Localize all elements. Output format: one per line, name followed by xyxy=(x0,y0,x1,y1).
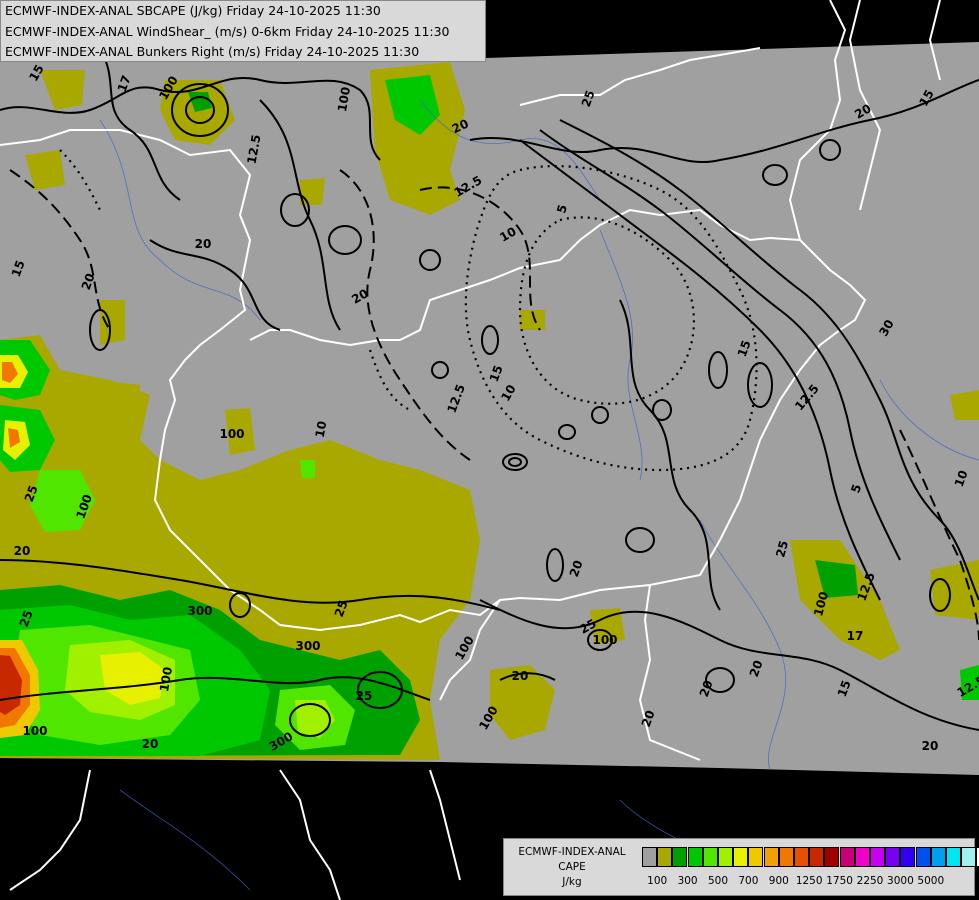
legend-swatch xyxy=(839,847,855,867)
legend-swatch xyxy=(778,847,794,867)
legend-tick-label: 100 xyxy=(647,875,668,887)
legend-swatch xyxy=(900,847,916,867)
legend-swatch xyxy=(642,847,657,867)
contour-label: 20 xyxy=(512,669,529,683)
legend-swatch xyxy=(854,847,870,867)
contour-label: 20 xyxy=(922,739,939,753)
legend-title-unit: J/kg xyxy=(562,876,582,888)
legend-tick-label: 300 xyxy=(677,875,698,887)
legend-tick-label: 2250 xyxy=(856,875,884,887)
contour-label: 17 xyxy=(847,629,864,643)
legend-swatch xyxy=(885,847,901,867)
legend-swatch xyxy=(657,847,673,867)
legend-tick-label: 3000 xyxy=(887,875,914,887)
legend-swatch xyxy=(702,847,718,867)
weather-map: 15 17 1002012.52015251002012.5510201512.5 1… xyxy=(0,0,979,900)
legend-tick-label: 1750 xyxy=(826,875,853,887)
contour-label: 300 xyxy=(187,604,212,618)
legend-swatch xyxy=(870,847,885,867)
legend-swatch xyxy=(824,847,840,867)
contour-label: 20 xyxy=(14,544,31,558)
legend-title-param: CAPE xyxy=(558,861,586,873)
legend-swatch xyxy=(748,847,764,867)
contour-label: 300 xyxy=(295,639,320,653)
contour-label: 20 xyxy=(142,737,159,751)
legend-swatch xyxy=(794,847,809,867)
legend-tick-label: 5000 xyxy=(917,875,945,887)
legend-swatch xyxy=(946,847,961,867)
legend-title-model: ECMWF-INDEX-ANAL xyxy=(518,846,626,858)
contour-label: 10 xyxy=(313,420,330,439)
legend-tick-label: 900 xyxy=(768,875,789,887)
legend-tick-label: 700 xyxy=(738,875,759,887)
legend-swatch xyxy=(718,847,733,867)
cape-legend: ECMWF-INDEX-ANAL CAPE J/kg 100 300 500 700 9… xyxy=(503,838,979,896)
title-line-bunkers: ECMWF-INDEX-ANAL Bunkers Right (m/s) Fri… xyxy=(5,44,420,59)
legend-swatch xyxy=(672,847,688,867)
contour-label: 100 xyxy=(22,724,47,738)
contour-label: 20 xyxy=(195,237,212,251)
contour-label: 100 xyxy=(219,427,244,441)
legend-swatch xyxy=(809,847,825,867)
title-line-cape: ECMWF-INDEX-ANAL SBCAPE (J/kg) Friday 24… xyxy=(5,3,381,18)
legend-swatch xyxy=(930,847,946,867)
contour-label: 25 xyxy=(356,689,373,703)
legend-swatch xyxy=(733,847,749,867)
legend-tick-label: 500 xyxy=(707,875,729,887)
legend-swatch xyxy=(763,847,779,867)
title-box: ECMWF-INDEX-ANAL SBCAPE (J/kg) Friday 24… xyxy=(0,0,486,62)
legend-swatch xyxy=(961,847,977,867)
contour-label: 100 xyxy=(592,633,617,647)
legend-swatch xyxy=(687,847,703,867)
legend-swatch xyxy=(915,847,931,867)
legend-tick-label: 1250 xyxy=(795,875,823,887)
title-line-windshear: ECMWF-INDEX-ANAL WindShear_ (m/s) 0-6km … xyxy=(5,24,450,39)
